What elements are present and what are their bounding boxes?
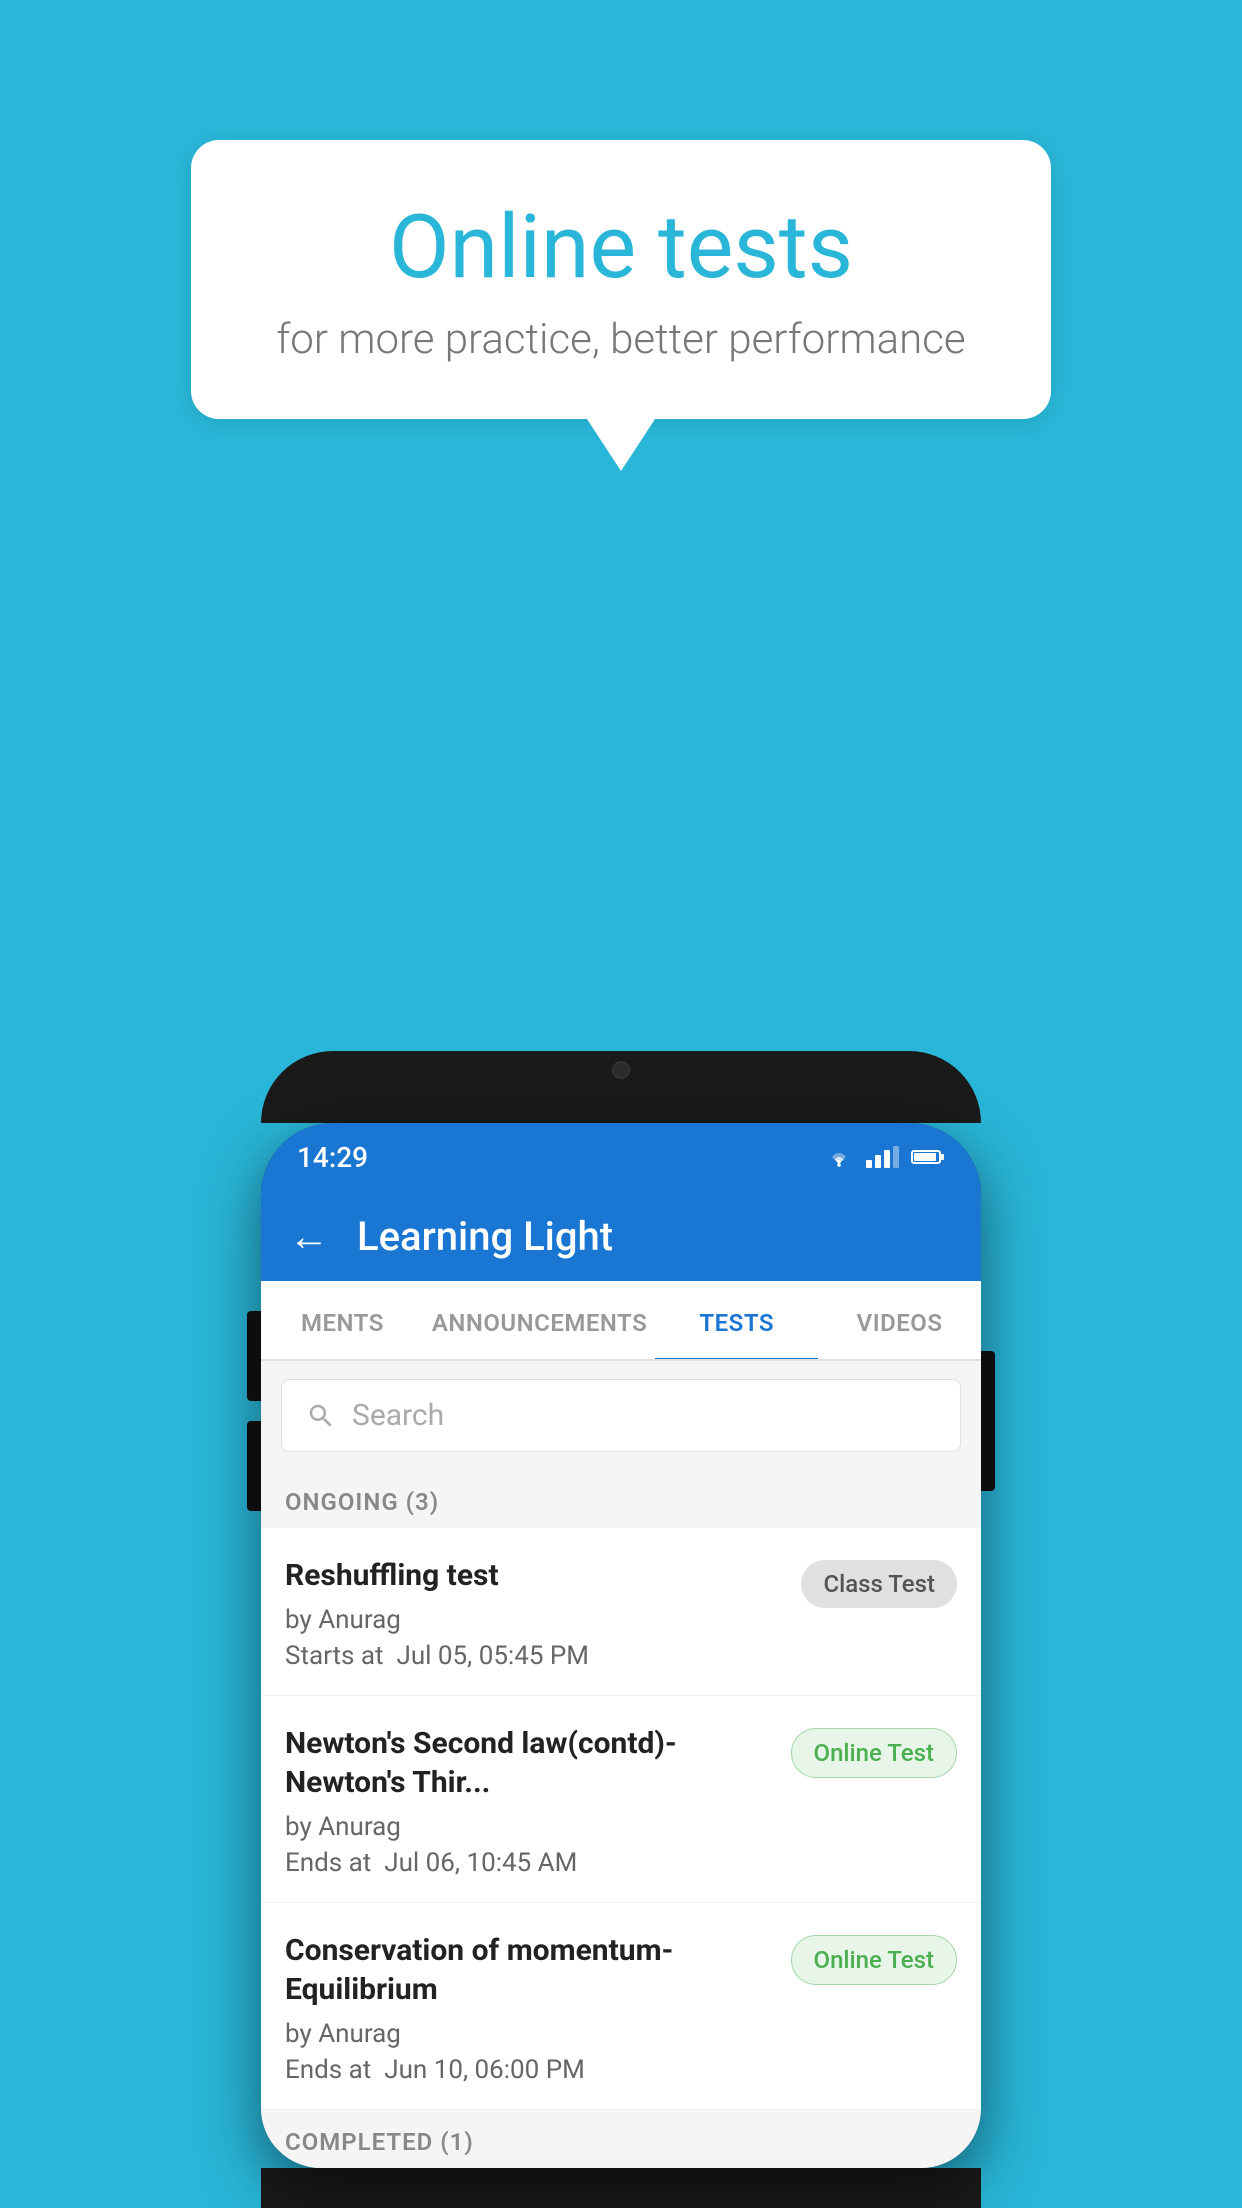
volume-down-button <box>247 1421 261 1511</box>
completed-section-header: COMPLETED (1) <box>261 2110 981 2168</box>
battery-icon <box>911 1148 945 1166</box>
ongoing-section-header: ONGOING (3) <box>261 1470 981 1528</box>
test-info-conservation: Conservation of momentum-Equilibrium by … <box>285 1931 791 2085</box>
test-date-reshuffling: Starts at Jul 05, 05:45 PM <box>285 1641 785 1671</box>
tab-tests[interactable]: TESTS <box>655 1281 818 1359</box>
phone-top-bezel <box>261 1051 981 1123</box>
phone-notch <box>551 1051 691 1089</box>
test-name-newtons: Newton's Second law(contd)-Newton's Thir… <box>285 1724 775 1802</box>
completed-label: COMPLETED (1) <box>285 2128 474 2156</box>
tab-ments[interactable]: MENTS <box>261 1281 424 1359</box>
volume-up-button <box>247 1311 261 1401</box>
test-list: Reshuffling test by Anurag Starts at Jul… <box>261 1528 981 2110</box>
test-info-reshuffling: Reshuffling test by Anurag Starts at Jul… <box>285 1556 801 1671</box>
phone-screen: ← Learning Light MENTS ANNOUNCEMENTS TES… <box>261 1191 981 2168</box>
test-date-conservation: Ends at Jun 10, 06:00 PM <box>285 2055 775 2085</box>
tab-videos[interactable]: VIDEOS <box>818 1281 981 1359</box>
test-item-reshuffling[interactable]: Reshuffling test by Anurag Starts at Jul… <box>261 1528 981 1696</box>
signal-icon <box>866 1146 899 1168</box>
bubble-subtitle: for more practice, better performance <box>261 315 981 364</box>
test-item-conservation[interactable]: Conservation of momentum-Equilibrium by … <box>261 1903 981 2110</box>
bubble-title: Online tests <box>261 200 981 297</box>
power-button <box>981 1351 995 1491</box>
test-date-newtons: Ends at Jul 06, 10:45 AM <box>285 1848 775 1878</box>
app-bar: ← Learning Light <box>261 1191 981 1281</box>
badge-class-test: Class Test <box>801 1560 957 1608</box>
phone-device: 14:29 <box>261 1051 981 2208</box>
back-button[interactable]: ← <box>289 1213 329 1260</box>
status-icons <box>824 1146 945 1168</box>
test-by-conservation: by Anurag <box>285 2019 775 2049</box>
search-placeholder-text: Search <box>352 1398 444 1433</box>
test-by-reshuffling: by Anurag <box>285 1605 785 1635</box>
speech-bubble-area: Online tests for more practice, better p… <box>191 140 1051 419</box>
test-name-reshuffling: Reshuffling test <box>285 1556 785 1595</box>
tab-announcements[interactable]: ANNOUNCEMENTS <box>424 1281 655 1359</box>
tabs-bar: MENTS ANNOUNCEMENTS TESTS VIDEOS <box>261 1281 981 1361</box>
ongoing-label: ONGOING (3) <box>285 1488 439 1516</box>
test-name-conservation: Conservation of momentum-Equilibrium <box>285 1931 775 2009</box>
wifi-icon <box>824 1146 854 1168</box>
badge-online-test-1: Online Test <box>791 1728 957 1778</box>
phone-bottom-bezel <box>261 2168 981 2208</box>
test-item-newtons[interactable]: Newton's Second law(contd)-Newton's Thir… <box>261 1696 981 1903</box>
phone-screen-area: 14:29 <box>261 1123 981 2168</box>
app-bar-title: Learning Light <box>357 1213 613 1260</box>
search-icon <box>306 1401 336 1431</box>
status-bar: 14:29 <box>261 1123 981 1191</box>
badge-online-test-2: Online Test <box>791 1935 957 1985</box>
test-by-newtons: by Anurag <box>285 1812 775 1842</box>
status-time: 14:29 <box>297 1141 368 1174</box>
search-container: Search <box>261 1361 981 1470</box>
test-info-newtons: Newton's Second law(contd)-Newton's Thir… <box>285 1724 791 1878</box>
search-input-wrapper[interactable]: Search <box>281 1379 961 1452</box>
front-camera <box>612 1061 630 1079</box>
speech-bubble: Online tests for more practice, better p… <box>191 140 1051 419</box>
background: Online tests for more practice, better p… <box>0 0 1242 2208</box>
